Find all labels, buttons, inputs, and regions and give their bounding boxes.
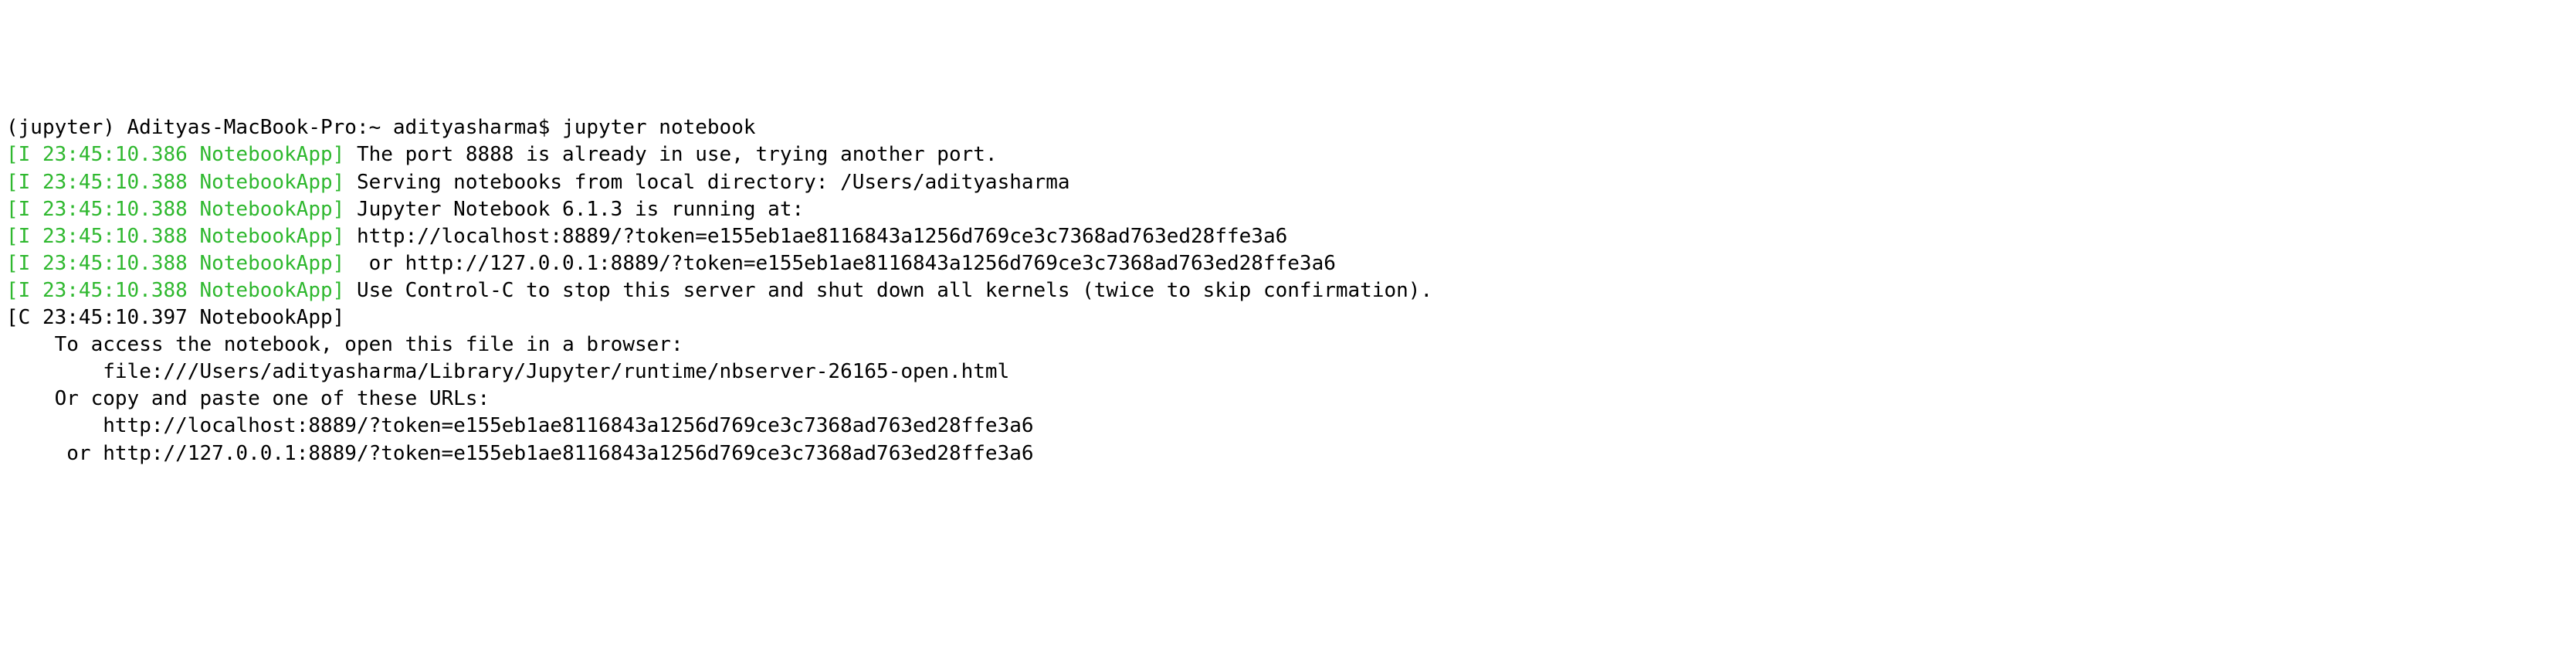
log-msg: Serving notebooks from local directory: … (344, 171, 1069, 194)
log-line: [I 23:45:10.388 NotebookApp] Jupyter Not… (6, 196, 2570, 223)
body-line: or http://127.0.0.1:8889/?token=e155eb1a… (6, 440, 2570, 467)
log-tag: [I 23:45:10.388 NotebookApp] (6, 171, 344, 194)
command-text: jupyter notebook (562, 116, 755, 139)
log-msg: http://localhost:8889/?token=e155eb1ae81… (344, 225, 1287, 248)
log-msg: or http://127.0.0.1:8889/?token=e155eb1a… (344, 252, 1336, 275)
log-line: [I 23:45:10.388 NotebookApp] Serving not… (6, 169, 2570, 196)
log-line: [I 23:45:10.388 NotebookApp] or http://1… (6, 250, 2570, 277)
log-line: [I 23:45:10.388 NotebookApp] Use Control… (6, 277, 2570, 304)
log-tag-crit: [C 23:45:10.397 NotebookApp] (6, 306, 344, 329)
body-line: file:///Users/adityasharma/Library/Jupyt… (6, 358, 2570, 386)
log-msg: Use Control-C to stop this server and sh… (344, 279, 1432, 302)
log-tag: [I 23:45:10.388 NotebookApp] (6, 252, 344, 275)
prompt-line: (jupyter) Adityas-MacBook-Pro:~ adityash… (6, 114, 2570, 141)
log-msg: Jupyter Notebook 6.1.3 is running at: (344, 198, 804, 221)
shell-prompt: (jupyter) Adityas-MacBook-Pro:~ adityash… (6, 116, 562, 139)
log-line: [I 23:45:10.386 NotebookApp] The port 88… (6, 141, 2570, 168)
body-line: To access the notebook, open this file i… (6, 331, 2570, 358)
crit-line: [C 23:45:10.397 NotebookApp] (6, 304, 2570, 331)
log-tag: [I 23:45:10.388 NotebookApp] (6, 198, 344, 221)
body-line: Or copy and paste one of these URLs: (6, 386, 2570, 413)
log-msg: The port 8888 is already in use, trying … (344, 143, 997, 166)
log-tag: [I 23:45:10.386 NotebookApp] (6, 143, 344, 166)
log-line: [I 23:45:10.388 NotebookApp] http://loca… (6, 223, 2570, 250)
body-line: http://localhost:8889/?token=e155eb1ae81… (6, 413, 2570, 440)
log-tag: [I 23:45:10.388 NotebookApp] (6, 225, 344, 248)
log-tag: [I 23:45:10.388 NotebookApp] (6, 279, 344, 302)
terminal-output: (jupyter) Adityas-MacBook-Pro:~ adityash… (6, 114, 2570, 467)
